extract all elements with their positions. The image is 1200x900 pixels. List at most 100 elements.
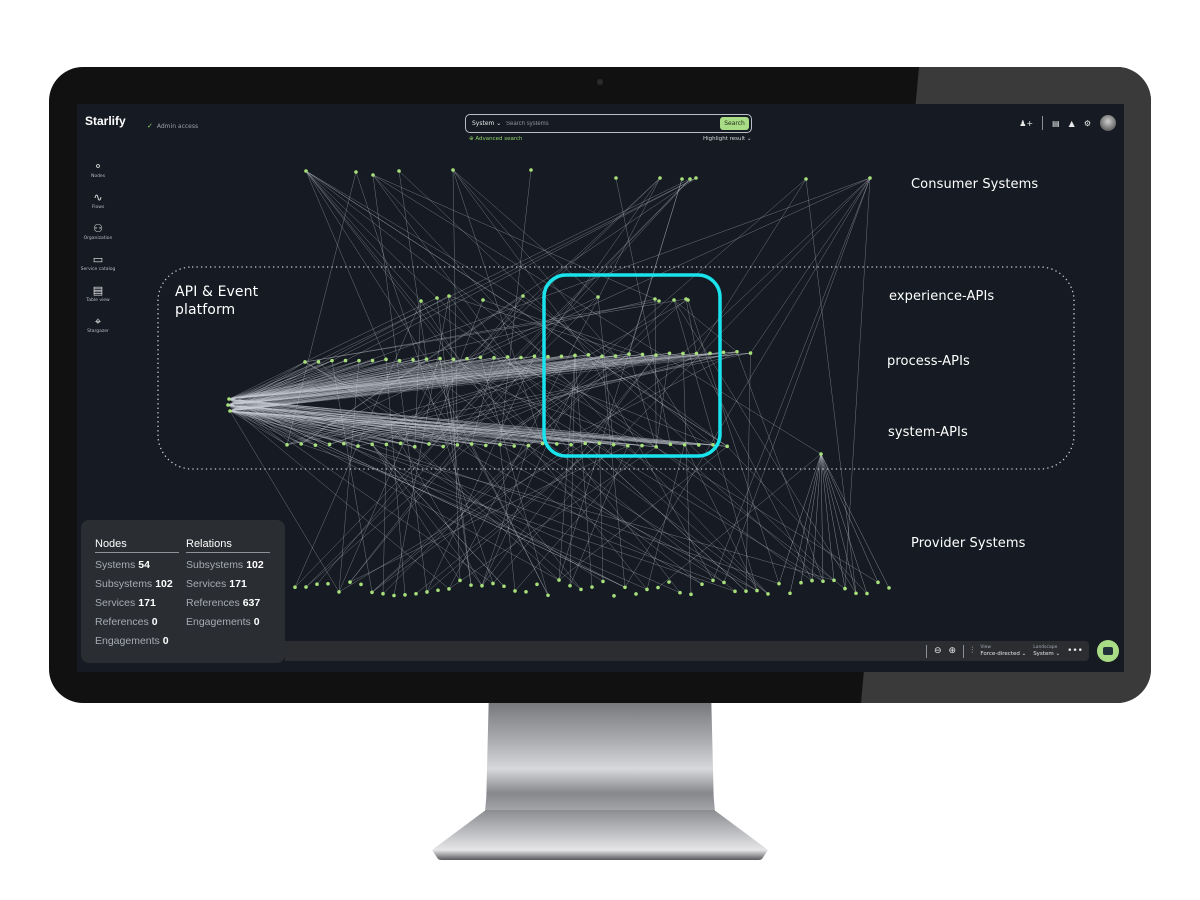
graph-node[interactable] [425,590,429,594]
graph-node[interactable] [586,353,591,357]
graph-node[interactable] [451,357,456,362]
graph-node[interactable] [843,586,847,591]
graph-node[interactable] [326,581,330,586]
graph-node[interactable] [502,584,506,589]
graph-node[interactable] [733,589,737,594]
graph-node[interactable] [469,442,474,446]
graph-node[interactable] [559,354,564,359]
graph-node[interactable] [411,357,415,362]
graph-node[interactable] [645,587,649,592]
graph-node[interactable] [640,352,645,357]
graph-node[interactable] [293,585,297,590]
graph-node[interactable] [766,592,770,596]
chat-button[interactable] [1097,640,1119,662]
graph-node[interactable] [327,442,332,447]
graph-node[interactable] [313,443,318,447]
graph-node[interactable] [555,442,559,446]
graph-node[interactable] [299,442,303,446]
landscape-dropdown[interactable]: Landscape System ⌄ [1033,644,1060,658]
graph-node[interactable] [748,351,753,355]
graph-node[interactable] [228,409,232,413]
graph-node[interactable] [524,589,528,594]
admin-access[interactable]: ✓ Admin access [147,122,198,130]
sidebar-item-nodes[interactable]: ⚬ Nodes [77,160,119,191]
bell-icon[interactable]: ▲ [1069,119,1075,128]
graph-node[interactable] [656,585,660,590]
graph-node[interactable] [526,443,531,448]
graph-node[interactable] [304,169,308,173]
graph-node[interactable] [640,443,644,448]
graph-node[interactable] [573,353,577,358]
graph-node[interactable] [458,578,462,583]
zoom-out-icon[interactable]: ⊖ [934,646,942,656]
graph-node[interactable] [658,176,662,180]
graph-node[interactable] [435,296,439,300]
graph-node[interactable] [427,442,431,446]
brand-logo[interactable]: Starlify [85,114,126,128]
sidebar-item-flows[interactable]: ∿ Flows [77,191,119,222]
more-options-icon[interactable]: ••• [1067,646,1083,656]
graph-node[interactable] [854,591,858,596]
graph-node[interactable] [627,352,631,356]
graph-node[interactable] [370,442,375,447]
graph-node[interactable] [441,444,446,449]
graph-node[interactable] [700,582,704,587]
graph-node[interactable] [357,358,361,363]
graph-node[interactable] [512,444,516,448]
view-dropdown[interactable]: View Force-directed ⌄ [980,644,1026,658]
zoom-in-icon[interactable]: ⊕ [949,646,957,656]
graph-node[interactable] [403,593,407,597]
graph-node[interactable] [686,298,690,302]
catalog-icon[interactable]: ▤ [1052,119,1060,128]
graph-node[interactable] [755,588,759,593]
graph-node[interactable] [532,354,537,359]
graph-node[interactable] [725,444,729,449]
graph-node[interactable] [330,358,334,363]
graph-node[interactable] [414,591,418,596]
graph-node[interactable] [546,593,550,598]
graph-node[interactable] [226,403,230,407]
graph-node[interactable] [653,297,657,301]
add-user-icon[interactable]: ♟+ [1019,119,1033,128]
graph-node[interactable] [654,445,658,449]
graph-node[interactable] [626,443,630,448]
graph-node[interactable] [285,442,289,447]
graph-node[interactable] [614,176,618,180]
graph-node[interactable] [680,177,684,181]
graph-node[interactable] [868,176,872,180]
graph-node[interactable] [623,585,627,590]
graph-node[interactable] [668,442,673,447]
graph-node[interactable] [227,397,231,401]
sidebar-item-organization[interactable]: ⚇ Organization [77,222,119,253]
graph-node[interactable] [370,358,375,363]
graph-node[interactable] [744,589,748,593]
graph-node[interactable] [447,587,451,591]
graph-node[interactable] [480,583,484,588]
graph-node[interactable] [711,578,715,583]
graph-node[interactable] [596,295,600,299]
graph-node[interactable] [876,580,880,585]
graph-node[interactable] [491,581,495,586]
gear-icon[interactable]: ⚙ [1084,119,1091,128]
graph-node[interactable] [381,591,385,596]
graph-node[interactable] [667,580,671,584]
graph-node[interactable] [689,592,693,597]
graph-node[interactable] [370,590,374,595]
graph-node[interactable] [342,441,346,446]
graph-node[interactable] [819,452,823,456]
graph-node[interactable] [788,591,792,596]
graph-node[interactable] [348,580,352,584]
graph-node[interactable] [447,294,451,298]
graph-node[interactable] [583,441,587,446]
graph-node[interactable] [600,354,604,359]
graph-node[interactable] [832,578,836,583]
graph-node[interactable] [535,582,539,587]
graph-node[interactable] [682,442,687,447]
graph-node[interactable] [398,441,403,446]
graph-node[interactable] [681,351,685,356]
graph-node[interactable] [481,298,485,302]
graph-node[interactable] [436,588,440,593]
sidebar-item-stargazer[interactable]: ⌖ Stargazer [77,315,119,346]
filter-icon[interactable]: ⫶ [971,646,973,656]
graph-node[interactable] [569,443,573,447]
